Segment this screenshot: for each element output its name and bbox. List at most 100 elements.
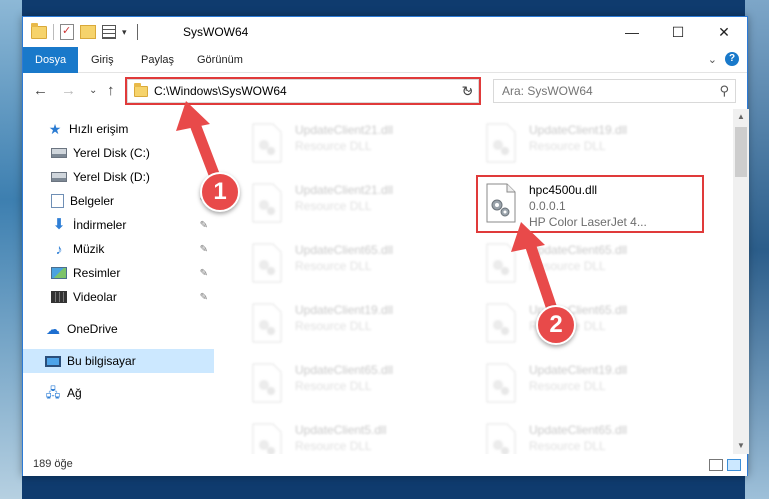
tab-gorunum[interactable]: Görünüm [185,47,255,73]
dll-file-icon [486,243,516,283]
up-button[interactable]: ↑ [107,82,115,99]
ribbon-tabs: Dosya Giriş Paylaş Görünüm ⌄ ? [23,47,747,73]
sidebar-item-label: Resimler [73,266,121,280]
file-name: UpdateClient19.dll [295,303,394,317]
pin-icon[interactable]: ✎ [200,268,208,279]
sidebar-item-local-disk-c[interactable]: Yerel Disk (C:) [23,141,214,165]
search-box[interactable]: ⚲ [493,79,736,103]
sidebar-item-label: OneDrive [67,322,118,336]
file-description: Resource DLL [295,139,372,153]
file-description: Resource DLL [529,439,606,453]
file-name: UpdateClient65.dll [529,243,628,257]
file-item[interactable]: UpdateClient65.dll Resource DLL [245,357,475,413]
sidebar-item-label: Yerel Disk (C:) [73,146,150,160]
scrollbar-thumb[interactable] [735,127,747,177]
details-view-icon[interactable] [709,459,723,471]
tiles-view-icon[interactable] [727,459,741,471]
minimize-button[interactable]: — [609,17,655,47]
new-folder-icon[interactable] [80,25,96,39]
navigation-pane: ★ Hızlı erişim Yerel Disk (C:) Yerel Dis… [23,109,214,454]
file-description: Resource DLL [295,199,372,213]
sidebar-item-label: İndirmeler [73,218,127,232]
search-input[interactable] [502,83,702,99]
download-icon: ⬇ [52,216,66,233]
sidebar-item-this-pc[interactable]: Bu bilgisayar [23,349,214,373]
window-title: SysWOW64 [183,25,249,39]
file-name: UpdateClient65.dll [295,243,394,257]
toolbar-separator [136,24,138,40]
forward-button[interactable]: → [61,82,76,99]
file-item[interactable]: UpdateClient65.dll Resource DLL [479,297,709,353]
sidebar-item-label: Yerel Disk (D:) [73,170,150,184]
desktop-background-left [0,0,22,499]
tab-dosya[interactable]: Dosya [23,47,79,73]
cloud-icon: ☁ [46,321,60,337]
file-item[interactable]: UpdateClient19.dll Resource DLL [479,357,709,413]
file-item[interactable]: UpdateClient5.dll Resource DLL [245,417,475,454]
dll-file-icon [252,243,282,283]
sidebar-item-documents[interactable]: Belgeler ✎ [23,189,214,213]
file-description: Resource DLL [529,259,606,273]
pictures-icon [51,267,67,279]
file-name: UpdateClient19.dll [529,123,628,137]
file-name: UpdateClient21.dll [295,183,394,197]
dll-file-icon [252,363,282,403]
customize-toolbar-chevron-icon[interactable]: ▾ [122,27,127,38]
help-icon[interactable]: ? [725,52,739,66]
maximize-button[interactable]: ☐ [655,17,701,47]
network-icon: 🖧 [45,385,61,400]
sidebar-item-videos[interactable]: Videolar ✎ [23,285,214,309]
search-icon[interactable]: ⚲ [719,83,729,99]
dll-file-icon [486,303,516,343]
address-bar-highlight [125,77,481,105]
file-item[interactable]: UpdateClient19.dll Resource DLL [245,297,475,353]
pin-icon[interactable]: ✎ [200,244,208,255]
sidebar-item-pictures[interactable]: Resimler ✎ [23,261,214,285]
pin-icon[interactable]: ✎ [200,292,208,303]
file-highlight [476,175,704,233]
close-button[interactable]: ✕ [701,17,747,47]
sidebar-item-network[interactable]: 🖧 Ağ [23,381,214,405]
videos-icon [51,291,67,303]
sidebar-item-downloads[interactable]: ⬇ İndirmeler ✎ [23,213,214,237]
sidebar-item-label: Bu bilgisayar [67,354,136,368]
status-bar: 189 öğe [23,454,747,476]
file-list: UpdateClient21.dll Resource DLL UpdateCl… [215,109,733,454]
music-icon: ♪ [55,241,63,257]
sidebar-item-label: Belgeler [70,194,115,208]
dll-file-icon [486,123,516,163]
tab-paylas[interactable]: Paylaş [129,47,186,73]
file-item[interactable]: UpdateClient65.dll Resource DLL [479,417,709,454]
sidebar-item-music[interactable]: ♪ Müzik ✎ [23,237,214,261]
sidebar-item-onedrive[interactable]: ☁ OneDrive [23,317,214,341]
back-button[interactable]: ← [33,82,48,99]
file-item[interactable]: UpdateClient65.dll Resource DLL [479,237,709,293]
sidebar-item-quick-access[interactable]: ★ Hızlı erişim [23,117,214,141]
sidebar-item-label: Müzik [73,242,105,256]
title-bar: ▾ SysWOW64 — ☐ ✕ [23,17,747,47]
view-switcher [709,459,741,471]
file-item[interactable]: UpdateClient21.dll Resource DLL [245,117,475,173]
ribbon-expand-chevron-icon[interactable]: ⌄ [708,53,717,66]
recent-locations-button[interactable]: ⌄ [89,85,97,96]
scroll-down-icon[interactable]: ▼ [733,438,749,454]
file-item[interactable]: UpdateClient21.dll Resource DLL [245,177,475,233]
pin-icon[interactable]: ✎ [200,220,208,231]
window-controls: — ☐ ✕ [609,17,747,47]
drive-icon [51,172,67,182]
file-item[interactable]: UpdateClient65.dll Resource DLL [245,237,475,293]
sidebar-item-local-disk-d[interactable]: Yerel Disk (D:) [23,165,214,189]
file-item[interactable]: UpdateClient19.dll Resource DLL [479,117,709,173]
annotation-badge-1: 1 [200,172,240,212]
file-description: Resource DLL [529,379,606,393]
dll-file-icon [486,363,516,403]
folder-icon [31,22,47,39]
file-name: UpdateClient5.dll [295,423,387,437]
view-options-icon[interactable] [102,25,116,39]
tab-giris[interactable]: Giriş [79,47,126,73]
scroll-up-icon[interactable]: ▲ [733,109,749,125]
dll-file-icon [486,423,516,454]
vertical-scrollbar[interactable]: ▲ ▼ [733,109,749,454]
toolbar-separator [53,24,54,40]
properties-icon[interactable] [60,24,74,40]
